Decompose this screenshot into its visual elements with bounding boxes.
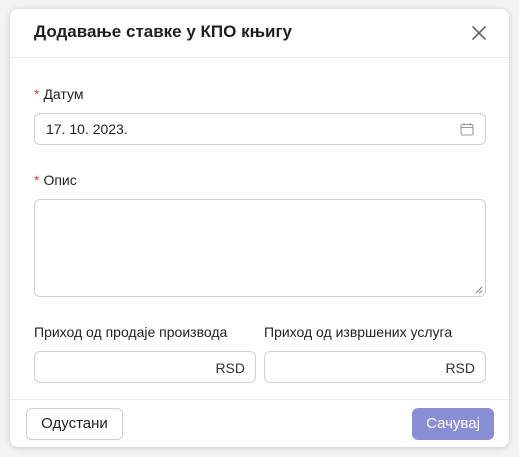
description-label: * Опис	[34, 172, 77, 188]
calendar-icon[interactable]	[460, 122, 474, 136]
required-mark: *	[34, 86, 40, 102]
product-income-field[interactable]: RSD	[34, 351, 256, 383]
save-button[interactable]: Сачувај	[412, 408, 494, 440]
description-textarea[interactable]	[34, 199, 486, 297]
add-kpo-entry-dialog: Додавање ставке у КПО књигу * Датум 17. 1…	[10, 9, 509, 447]
required-mark: *	[34, 172, 40, 188]
description-label-text: Опис	[43, 172, 77, 188]
currency-suffix: RSD	[215, 360, 245, 376]
date-field[interactable]: 17. 10. 2023.	[34, 113, 486, 145]
service-income-label: Приход од извршених услуга	[264, 324, 453, 340]
date-label: * Датум	[34, 86, 83, 102]
close-icon	[472, 26, 486, 40]
resize-handle-icon[interactable]	[475, 286, 483, 294]
dialog-header: Додавање ставке у КПО књигу	[10, 9, 509, 58]
service-income-field[interactable]: RSD	[264, 351, 486, 383]
date-label-text: Датум	[43, 86, 84, 102]
date-value: 17. 10. 2023.	[46, 121, 128, 137]
currency-suffix: RSD	[445, 360, 475, 376]
dialog-footer: Одустани Сачувај	[10, 399, 509, 447]
product-income-label: Приход од продаје производа	[34, 324, 228, 340]
close-button[interactable]	[469, 23, 489, 43]
dialog-title: Додавање ставке у КПО књигу	[34, 22, 292, 41]
cancel-button[interactable]: Одустани	[26, 408, 123, 440]
